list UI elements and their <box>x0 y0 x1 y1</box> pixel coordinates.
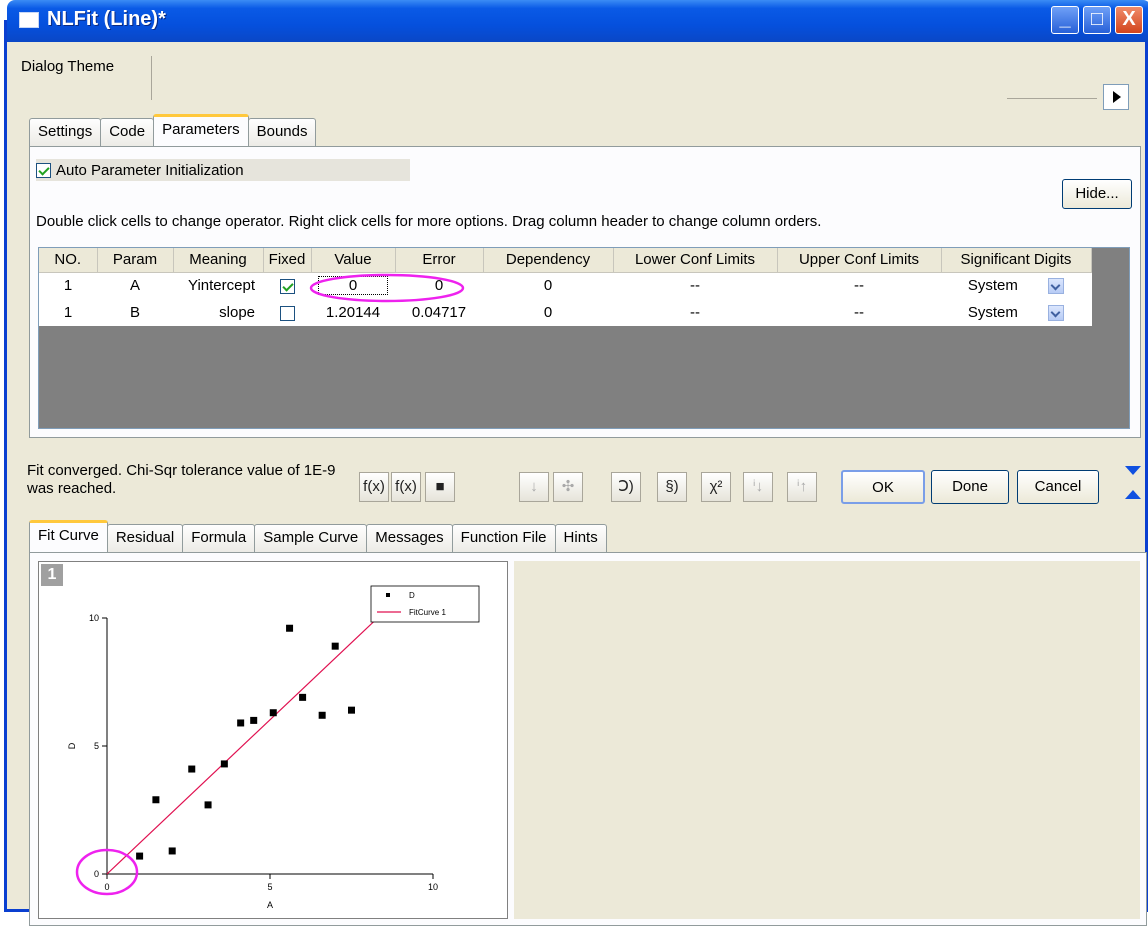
fit-curve-graph[interactable]: 1 0 5 10 0 5 10 A D D FitCurve 1 <box>38 561 508 919</box>
tab-hints[interactable]: Hints <box>554 524 607 552</box>
grid-hint-text: Double click cells to change operator. R… <box>36 213 822 230</box>
theme-separator <box>151 56 152 100</box>
tab-bounds[interactable]: Bounds <box>247 118 317 146</box>
data-point <box>299 693 307 701</box>
x-tick-label: 10 <box>428 882 438 892</box>
tab-parameters[interactable]: Parameters <box>153 114 249 146</box>
window-icon <box>19 12 39 28</box>
nlfit-dialog: NLFit (Line)* _ □ X Dialog Theme Setting… <box>4 0 1148 926</box>
parameters-grid: NO. Param Meaning Fixed Value Error Depe… <box>38 247 1130 429</box>
tab-settings[interactable]: Settings <box>29 118 102 146</box>
auto-param-init-checkbox[interactable] <box>36 162 51 178</box>
param-next-icon[interactable]: ⁱ↑ <box>787 472 817 502</box>
fit-curve-panel: 1 0 5 10 0 5 10 A D D FitCurve 1 <box>29 552 1147 926</box>
fit-curve-chart: 0 5 10 0 5 10 A D D FitCurve 1 <box>67 585 480 910</box>
hide-button[interactable]: Hide... <box>1062 179 1132 209</box>
tab-formula[interactable]: Formula <box>182 524 256 552</box>
preview-blank-pane <box>514 561 1140 919</box>
legend-point-symbol <box>386 593 390 597</box>
dialog-theme-label: Dialog Theme <box>21 58 115 75</box>
save-icon[interactable]: ■ <box>425 472 455 502</box>
fit-status-text: Fit converged. Chi-Sqr tolerance value o… <box>27 462 336 497</box>
data-point <box>318 711 326 719</box>
layer-indicator[interactable]: 1 <box>41 564 63 586</box>
ok-button[interactable]: OK <box>841 470 925 504</box>
data-point <box>331 642 339 650</box>
fit-until-converged-icon[interactable]: ✣ <box>553 472 583 502</box>
data-point <box>204 801 212 809</box>
data-point <box>250 716 258 724</box>
undo-icon[interactable]: §) <box>657 472 687 502</box>
y-tick-label: 10 <box>89 613 99 623</box>
collapse-down-icon[interactable] <box>1119 460 1147 482</box>
sort-icon[interactable]: ↓ <box>519 472 549 502</box>
cancel-button[interactable]: Cancel <box>1017 470 1099 504</box>
theme-menu-arrow-icon[interactable] <box>1103 84 1129 110</box>
data-point <box>220 760 228 768</box>
data-point <box>152 796 160 804</box>
x-tick-label: 5 <box>267 882 272 892</box>
tab-function-file[interactable]: Function File <box>451 524 556 552</box>
parameters-panel: Auto Parameter Initialization Hide... Do… <box>29 146 1141 438</box>
y-axis-label: D <box>67 742 77 749</box>
fit-curve-line <box>106 617 378 875</box>
y-tick-label: 5 <box>94 741 99 751</box>
maximize-button[interactable]: □ <box>1083 6 1111 34</box>
close-button[interactable]: X <box>1115 6 1143 34</box>
annotation-overlay <box>309 273 465 303</box>
auto-param-init-label: Auto Parameter Initialization <box>56 161 244 179</box>
theme-divider <box>1007 98 1097 99</box>
window-title: NLFit (Line)* <box>47 8 166 30</box>
tab-code[interactable]: Code <box>100 118 155 146</box>
data-point <box>168 847 176 855</box>
legend-label-fitcurve: FitCurve 1 <box>409 608 446 617</box>
tab-residual[interactable]: Residual <box>106 524 184 552</box>
top-tabs: Settings Code Parameters Bounds <box>29 114 317 146</box>
data-point <box>237 719 245 727</box>
data-point <box>286 624 294 632</box>
legend-label-d: D <box>409 591 415 600</box>
minimize-button[interactable]: _ <box>1051 6 1079 34</box>
expand-up-icon[interactable] <box>1119 484 1147 506</box>
tab-sample-curve[interactable]: Sample Curve <box>254 524 368 552</box>
done-button[interactable]: Done <box>931 470 1009 504</box>
function-icon[interactable]: f(x) <box>391 472 421 502</box>
x-tick-label: 0 <box>104 882 109 892</box>
param-prev-icon[interactable]: ⁱ↓ <box>743 472 773 502</box>
highlight-ellipse <box>309 273 465 303</box>
title-bar[interactable]: NLFit (Line)* _ □ X <box>7 0 1148 42</box>
data-point <box>188 765 196 773</box>
one-iteration-icon[interactable]: Ↄ) <box>611 472 641 502</box>
data-point <box>269 709 277 717</box>
y-tick-label: 0 <box>94 869 99 879</box>
x-axis-label: A <box>267 900 273 910</box>
chi-square-icon[interactable]: χ² <box>701 472 731 502</box>
data-point <box>136 852 144 860</box>
tab-fit-curve[interactable]: Fit Curve <box>29 520 108 552</box>
f(x)-wizard-icon[interactable]: f(x) <box>359 472 389 502</box>
tab-messages[interactable]: Messages <box>366 524 453 552</box>
data-point <box>348 706 355 714</box>
auto-param-init-row[interactable]: Auto Parameter Initialization <box>36 159 410 181</box>
bottom-tabs: Fit Curve Residual Formula Sample Curve … <box>29 520 607 552</box>
